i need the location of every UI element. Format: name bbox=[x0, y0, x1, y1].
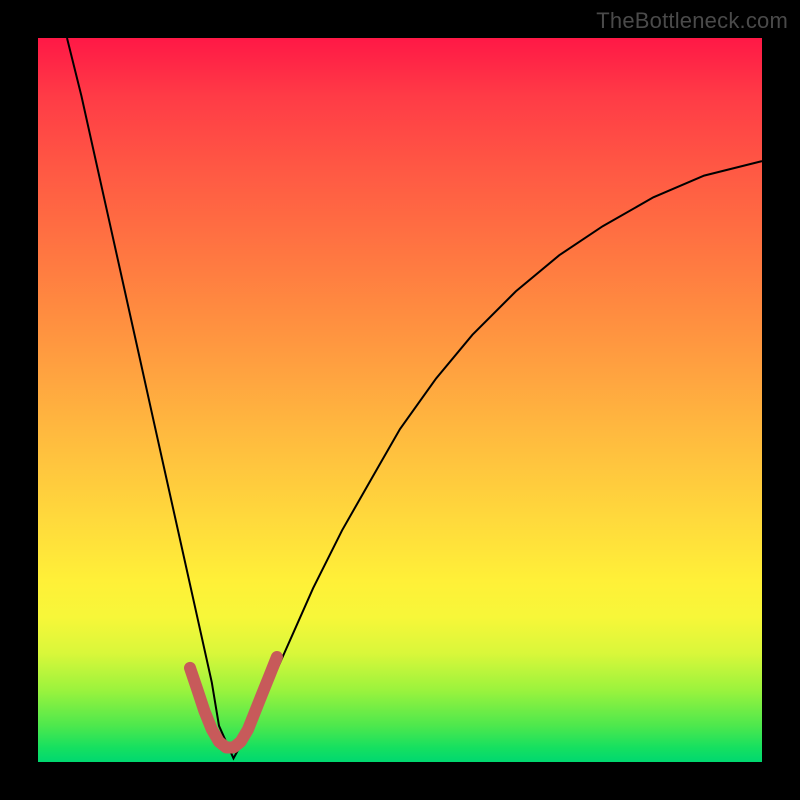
bottleneck-curve bbox=[67, 38, 762, 758]
watermark: TheBottleneck.com bbox=[596, 8, 788, 34]
plot-area bbox=[38, 38, 762, 762]
curve-svg bbox=[38, 38, 762, 762]
optimal-range-highlight bbox=[190, 657, 277, 748]
chart-frame: TheBottleneck.com bbox=[0, 0, 800, 800]
